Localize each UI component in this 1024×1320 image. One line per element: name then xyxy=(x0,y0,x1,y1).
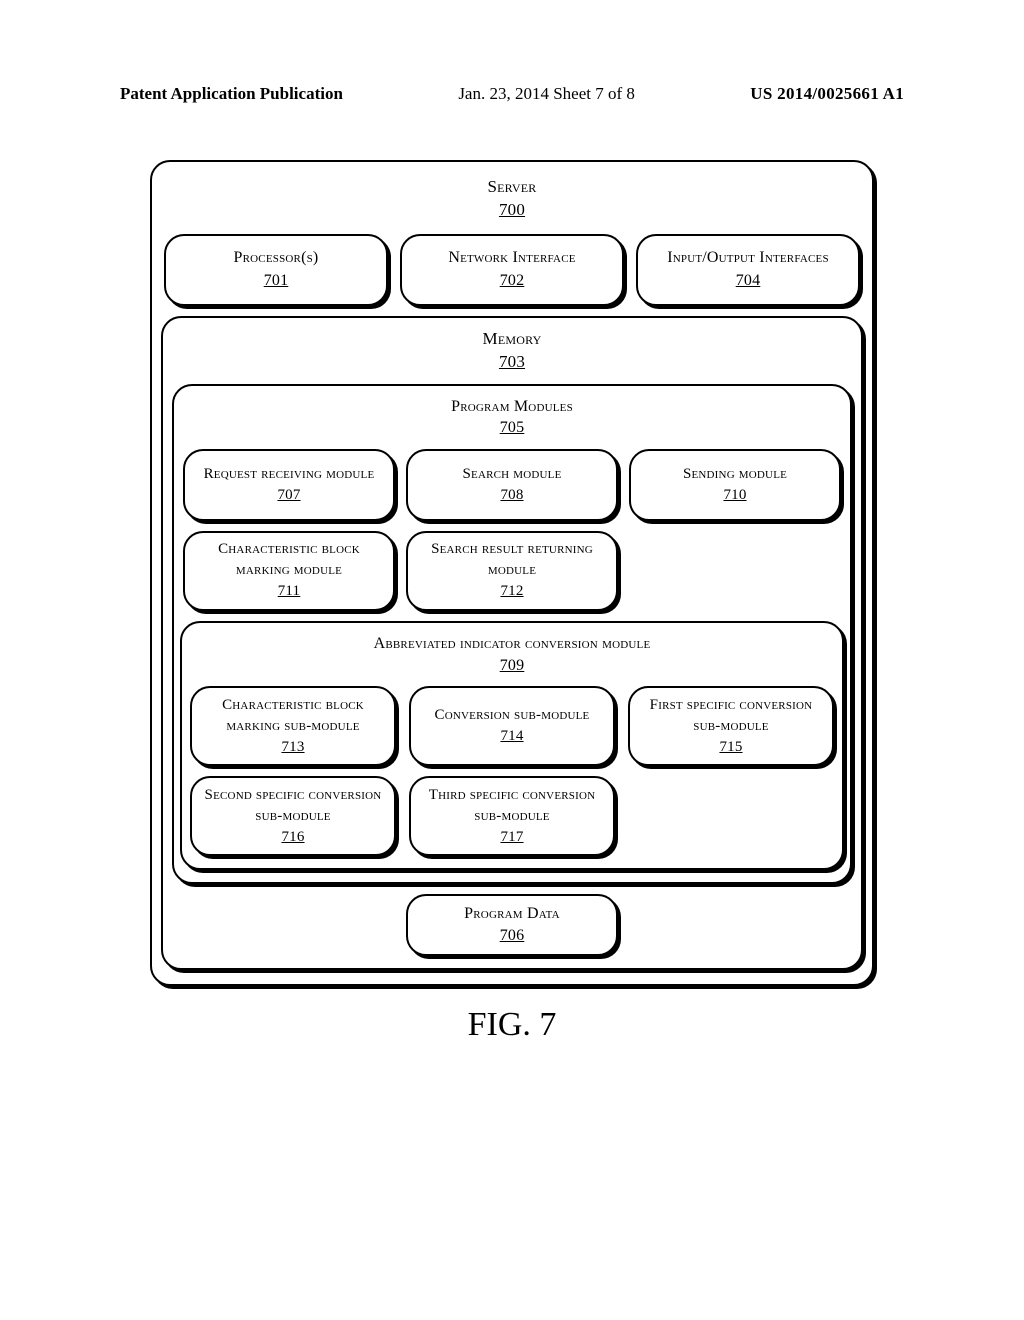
convmod-title: Abbreviated indicator conversion module … xyxy=(374,633,651,676)
char-block-marking-module-box: Characteristic block marking module 711 xyxy=(183,531,395,611)
program-data-title: Program Data xyxy=(464,903,560,925)
request-receiving-title: Request receiving module xyxy=(204,464,375,485)
header-right: US 2014/0025661 A1 xyxy=(750,84,904,104)
second-spec-conv-num: 716 xyxy=(281,827,304,848)
memory-box: Memory 703 Program Modules 705 Request r… xyxy=(161,316,863,970)
second-spec-conv-title: Second specific conversion sub-module xyxy=(198,785,388,827)
program-modules-title: Program Modules 705 xyxy=(451,396,573,439)
first-spec-conv-num: 715 xyxy=(719,737,742,758)
sending-module-box: Sending module 710 xyxy=(629,449,841,521)
page: Patent Application Publication Jan. 23, … xyxy=(0,0,1024,1320)
search-module-num: 708 xyxy=(500,485,523,506)
search-module-box: Search module 708 xyxy=(406,449,618,521)
search-module-title: Search module xyxy=(462,464,561,485)
modules-row-2: Characteristic block marking module 711 … xyxy=(183,531,841,611)
conversion-sub-num: 714 xyxy=(500,726,523,747)
conv-row-1: Characteristic block marking sub-module … xyxy=(190,686,834,766)
request-receiving-module-box: Request receiving module 707 xyxy=(183,449,395,521)
io-interfaces-box: Input/Output Interfaces 704 xyxy=(636,234,860,306)
sending-module-num: 710 xyxy=(723,485,746,506)
network-interface-title: Network Interface xyxy=(448,247,575,269)
program-modules-num: 705 xyxy=(500,419,525,436)
second-specific-conversion-submodule-box: Second specific conversion sub-module 71… xyxy=(190,776,396,856)
conversion-sub-title: Conversion sub-module xyxy=(435,705,590,726)
io-interfaces-title: Input/Output Interfaces xyxy=(667,247,829,269)
char-block-marking-num: 711 xyxy=(278,581,301,602)
figure: Server 700 Processor(s) 701 Network Inte… xyxy=(150,160,874,1044)
sending-module-title: Sending module xyxy=(683,464,787,485)
program-data-row: Program Data 706 xyxy=(172,894,852,956)
page-header: Patent Application Publication Jan. 23, … xyxy=(0,84,1024,104)
modules-row-1: Request receiving module 707 Search modu… xyxy=(183,449,841,521)
network-interface-box: Network Interface 702 xyxy=(400,234,624,306)
program-data-box: Program Data 706 xyxy=(406,894,618,956)
server-title-text: Server xyxy=(487,177,536,196)
top-row: Processor(s) 701 Network Interface 702 I… xyxy=(164,234,860,306)
processor-box: Processor(s) 701 xyxy=(164,234,388,306)
char-block-marking-submodule-box: Characteristic block marking sub-module … xyxy=(190,686,396,766)
server-title: Server 700 xyxy=(487,176,536,222)
request-receiving-num: 707 xyxy=(277,485,300,506)
processor-num: 701 xyxy=(264,270,289,292)
network-interface-num: 702 xyxy=(500,270,525,292)
char-block-marking-sub-title: Characteristic block marking sub-module xyxy=(198,695,388,737)
char-block-marking-sub-num: 713 xyxy=(281,737,304,758)
server-box: Server 700 Processor(s) 701 Network Inte… xyxy=(150,160,874,986)
third-spec-conv-title: Third specific conversion sub-module xyxy=(417,785,607,827)
search-result-returning-num: 712 xyxy=(500,581,523,602)
first-specific-conversion-submodule-box: First specific conversion sub-module 715 xyxy=(628,686,834,766)
convmod-title-text: Abbreviated indicator conversion module xyxy=(374,635,651,652)
processor-title: Processor(s) xyxy=(234,247,319,269)
char-block-marking-title: Characteristic block marking module xyxy=(191,539,387,581)
third-specific-conversion-submodule-box: Third specific conversion sub-module 717 xyxy=(409,776,615,856)
third-spec-conv-num: 717 xyxy=(500,827,523,848)
figure-caption: FIG. 7 xyxy=(150,1006,874,1044)
program-modules-title-text: Program Modules xyxy=(451,398,573,415)
server-num: 700 xyxy=(499,200,525,219)
placeholder-box-2 xyxy=(628,776,834,856)
memory-title: Memory 703 xyxy=(483,328,542,374)
abbrev-indicator-conversion-module-box: Abbreviated indicator conversion module … xyxy=(180,621,844,870)
convmod-num: 709 xyxy=(500,657,525,674)
first-spec-conv-title: First specific conversion sub-module xyxy=(636,695,826,737)
search-result-returning-module-box: Search result returning module 712 xyxy=(406,531,618,611)
io-interfaces-num: 704 xyxy=(736,270,761,292)
program-modules-box: Program Modules 705 Request receiving mo… xyxy=(172,384,852,884)
memory-num: 703 xyxy=(499,352,525,371)
search-result-returning-title: Search result returning module xyxy=(414,539,610,581)
program-data-num: 706 xyxy=(500,925,525,947)
conv-row-2: Second specific conversion sub-module 71… xyxy=(190,776,834,856)
header-left: Patent Application Publication xyxy=(120,84,343,104)
placeholder-box xyxy=(629,531,841,611)
header-center: Jan. 23, 2014 Sheet 7 of 8 xyxy=(458,84,635,104)
memory-title-text: Memory xyxy=(483,329,542,348)
conversion-submodule-box: Conversion sub-module 714 xyxy=(409,686,615,766)
